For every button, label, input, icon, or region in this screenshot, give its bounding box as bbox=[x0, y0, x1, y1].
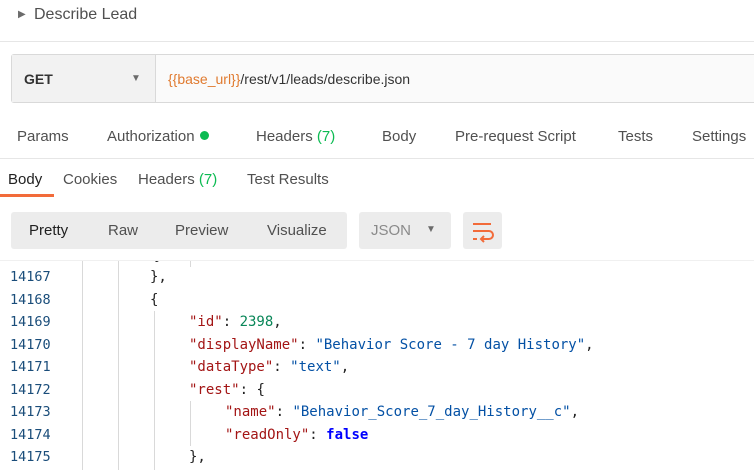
caret-down-icon: ▼ bbox=[131, 73, 141, 84]
line-number: 14173 bbox=[10, 404, 51, 420]
tab-settings[interactable]: Settings bbox=[692, 128, 746, 145]
tab-headers[interactable]: Headers (7) bbox=[256, 128, 335, 145]
tab-prerequest-script[interactable]: Pre-request Script bbox=[455, 128, 576, 145]
response-tab-cookies[interactable]: Cookies bbox=[63, 171, 117, 188]
wrap-lines-button[interactable] bbox=[463, 212, 502, 249]
indent-guide bbox=[190, 401, 191, 446]
response-tab-cookies-label: Cookies bbox=[63, 171, 118, 188]
view-mode-group: Pretty Raw Preview Visualize bbox=[11, 212, 347, 249]
response-tab-body[interactable]: Body bbox=[8, 171, 42, 188]
view-raw-button[interactable]: Raw bbox=[108, 222, 138, 239]
code-line: } bbox=[154, 261, 162, 264]
tab-settings-label: Settings bbox=[692, 128, 747, 145]
response-tab-test-results[interactable]: Test Results bbox=[247, 171, 329, 188]
code-line: "id": 2398, bbox=[189, 314, 282, 330]
response-tab-test-results-label: Test Results bbox=[247, 171, 329, 188]
response-tab-headers[interactable]: Headers (7) bbox=[138, 171, 217, 188]
tab-prerequest-label: Pre-request Script bbox=[455, 128, 576, 145]
indent-guide bbox=[82, 261, 83, 470]
line-number: 14169 bbox=[10, 314, 51, 330]
active-tab-indicator bbox=[0, 194, 54, 197]
caret-right-icon[interactable]: ▶ bbox=[18, 9, 26, 20]
code-line: { bbox=[150, 292, 159, 308]
code-line: "rest": { bbox=[189, 382, 265, 398]
tab-authorization[interactable]: Authorization bbox=[107, 128, 209, 145]
code-line: }, bbox=[189, 449, 206, 465]
caret-down-icon: ▼ bbox=[426, 224, 436, 235]
method-label: GET bbox=[24, 71, 53, 87]
code-line: "readOnly": false bbox=[225, 427, 369, 443]
tab-params-label: Params bbox=[17, 128, 69, 145]
format-label: JSON bbox=[371, 222, 412, 239]
tab-authorization-label: Authorization bbox=[107, 128, 195, 145]
response-tab-headers-label: Headers bbox=[138, 171, 195, 188]
indent-guide bbox=[118, 261, 119, 470]
line-number: 14168 bbox=[10, 292, 51, 308]
tab-params[interactable]: Params bbox=[17, 128, 69, 145]
divider bbox=[0, 158, 754, 159]
tab-tests-label: Tests bbox=[618, 128, 654, 145]
line-number: 14167 bbox=[10, 269, 51, 285]
code-line: "dataType": "text", bbox=[189, 359, 350, 375]
tab-headers-label: Headers bbox=[256, 128, 313, 145]
indent-guide bbox=[154, 311, 155, 470]
view-preview-button[interactable]: Preview bbox=[175, 222, 228, 239]
view-visualize-button[interactable]: Visualize bbox=[267, 222, 327, 239]
url-bar: GET ▼ {{base_url}}/rest/v1/leads/describ… bbox=[11, 54, 754, 103]
method-select[interactable]: GET ▼ bbox=[12, 55, 156, 102]
url-variable: {{base_url}} bbox=[168, 71, 241, 87]
response-tab-headers-count: (7) bbox=[198, 171, 218, 188]
line-number: 14174 bbox=[10, 427, 51, 443]
line-number: 14172 bbox=[10, 382, 51, 398]
tab-body[interactable]: Body bbox=[382, 128, 416, 145]
code-line: "name": "Behavior_Score_7_day_History__c… bbox=[225, 404, 580, 420]
response-tab-body-label: Body bbox=[8, 171, 43, 188]
url-path: /rest/v1/leads/describe.json bbox=[240, 71, 411, 87]
format-select[interactable]: JSON ▼ bbox=[359, 212, 451, 249]
line-number: 14175 bbox=[10, 449, 51, 465]
tab-headers-count: (7) bbox=[316, 128, 336, 145]
code-line: }, bbox=[150, 269, 167, 285]
view-pretty-button[interactable]: Pretty bbox=[29, 222, 68, 239]
wrap-lines-icon bbox=[473, 223, 494, 243]
indent-guide bbox=[190, 261, 191, 267]
status-dot-icon bbox=[199, 131, 209, 140]
tab-body-label: Body bbox=[382, 128, 417, 145]
line-number: 14171 bbox=[10, 359, 51, 375]
request-title: Describe Lead bbox=[34, 6, 138, 23]
tab-tests[interactable]: Tests bbox=[618, 128, 653, 145]
response-code-view[interactable]: } 14167 14168 14169 14170 14171 14172 14… bbox=[0, 260, 754, 470]
code-line: "displayName": "Behavior Score - 7 day H… bbox=[189, 337, 594, 353]
url-input[interactable]: {{base_url}}/rest/v1/leads/describe.json bbox=[168, 71, 410, 87]
line-number: 14170 bbox=[10, 337, 51, 353]
request-title-row[interactable]: ▶ Describe Lead bbox=[0, 0, 754, 42]
